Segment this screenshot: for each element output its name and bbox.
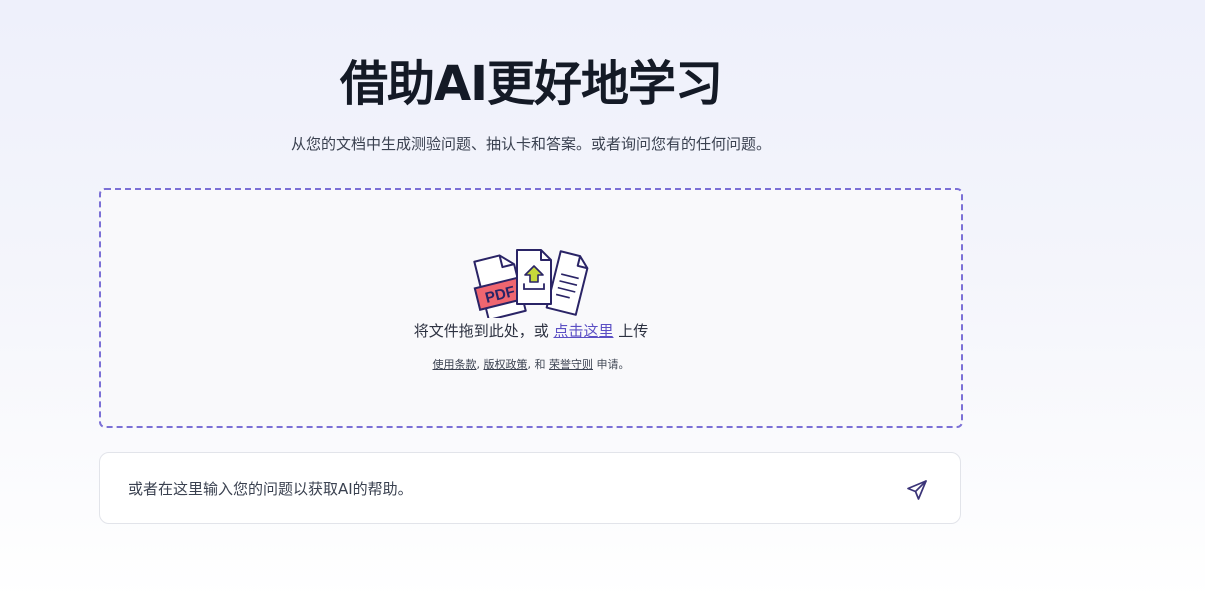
page-subtitle: 从您的文档中生成测验问题、抽认卡和答案。或者询问您有的任何问题。 bbox=[290, 135, 771, 153]
terms-separator: , 和 bbox=[527, 358, 546, 371]
send-icon bbox=[907, 480, 927, 500]
terms-separator: , bbox=[476, 358, 481, 371]
drop-instruction-suffix: 上传 bbox=[618, 322, 649, 340]
file-dropzone[interactable]: PDF 将文件拖到此处，或 点击这里 上传 使用条款, 版权政策, 和 荣誉守则… bbox=[99, 188, 963, 428]
drop-instruction: 将文件拖到此处，或 点击这里 上传 bbox=[101, 320, 961, 342]
terms-suffix: 申请。 bbox=[596, 358, 630, 371]
ask-ai-input[interactable] bbox=[126, 471, 870, 507]
terms-of-use-link[interactable]: 使用条款 bbox=[433, 358, 477, 371]
ask-ai-box bbox=[99, 452, 961, 524]
honor-code-link[interactable]: 荣誉守则 bbox=[549, 358, 593, 371]
page-title: 借助AI更好地学习 bbox=[339, 56, 723, 112]
click-here-link[interactable]: 点击这里 bbox=[553, 322, 613, 340]
terms-notice: 使用条款, 版权政策, 和 荣誉守则 申请。 bbox=[101, 357, 961, 373]
documents-upload-icon: PDF bbox=[473, 249, 589, 318]
copyright-policy-link[interactable]: 版权政策 bbox=[484, 358, 528, 371]
send-button[interactable] bbox=[900, 475, 934, 505]
drop-instruction-prefix: 将文件拖到此处，或 bbox=[413, 322, 549, 340]
